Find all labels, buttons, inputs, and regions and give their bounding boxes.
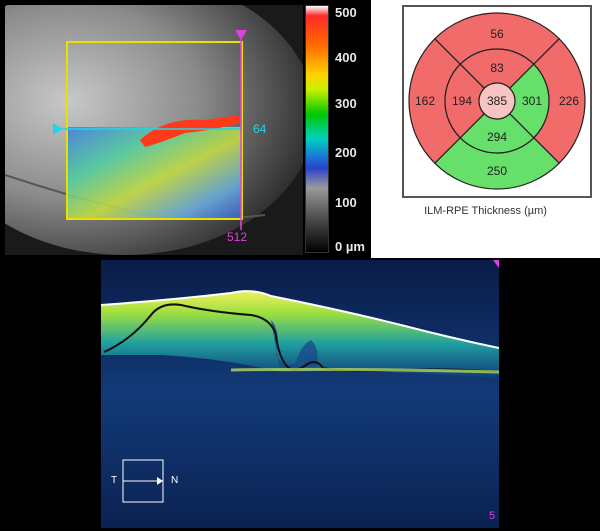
thickness-value-outer-superior: 56 bbox=[490, 27, 504, 41]
thickness-map-panel: 56 226 250 162 83 301 294 194 385 ILM-RPE Thickn… bbox=[371, 0, 600, 258]
scale-tick-0: 0 µm bbox=[335, 239, 365, 254]
oct-bscan-panel: T N 5 bbox=[101, 260, 499, 528]
thickness-value-outer-temporal: 162 bbox=[415, 94, 435, 108]
bscan-svg bbox=[101, 260, 499, 528]
scan-bottom-label: 512 bbox=[227, 230, 248, 244]
scale-tick-100: 100 bbox=[335, 195, 357, 210]
color-scale-bar bbox=[305, 5, 329, 253]
thickness-color-scale: 500 400 300 200 100 0 µm bbox=[305, 5, 365, 255]
scale-tick-500: 500 bbox=[335, 5, 357, 20]
orientation-nasal-label: N bbox=[171, 475, 179, 486]
thickness-map-caption: ILM-RPE Thickness (µm) bbox=[424, 205, 547, 217]
thickness-value-inner-temporal: 194 bbox=[452, 94, 472, 108]
scale-tick-200: 200 bbox=[335, 145, 357, 160]
thickness-value-inner-nasal: 301 bbox=[522, 94, 542, 108]
scale-tick-400: 400 bbox=[335, 50, 357, 65]
etdrs-grid: 56 226 250 162 83 301 294 194 385 bbox=[408, 12, 586, 190]
orientation-temporal-label: T bbox=[111, 475, 118, 486]
thickness-value-inner-superior: 83 bbox=[490, 61, 504, 75]
thickness-map-frame: 56 226 250 162 83 301 294 194 385 bbox=[402, 5, 592, 198]
scale-tick-300: 300 bbox=[335, 96, 357, 111]
thickness-value-inner-inferior: 294 bbox=[487, 130, 507, 144]
thickness-value-outer-nasal: 226 bbox=[559, 94, 579, 108]
scan-top-label: 64 bbox=[253, 122, 267, 136]
bscan-corner-label: 5 bbox=[489, 510, 496, 522]
fundus-image-panel: 64 512 bbox=[5, 5, 303, 255]
thickness-value-outer-inferior: 250 bbox=[487, 164, 507, 178]
thickness-value-center: 385 bbox=[487, 94, 507, 108]
